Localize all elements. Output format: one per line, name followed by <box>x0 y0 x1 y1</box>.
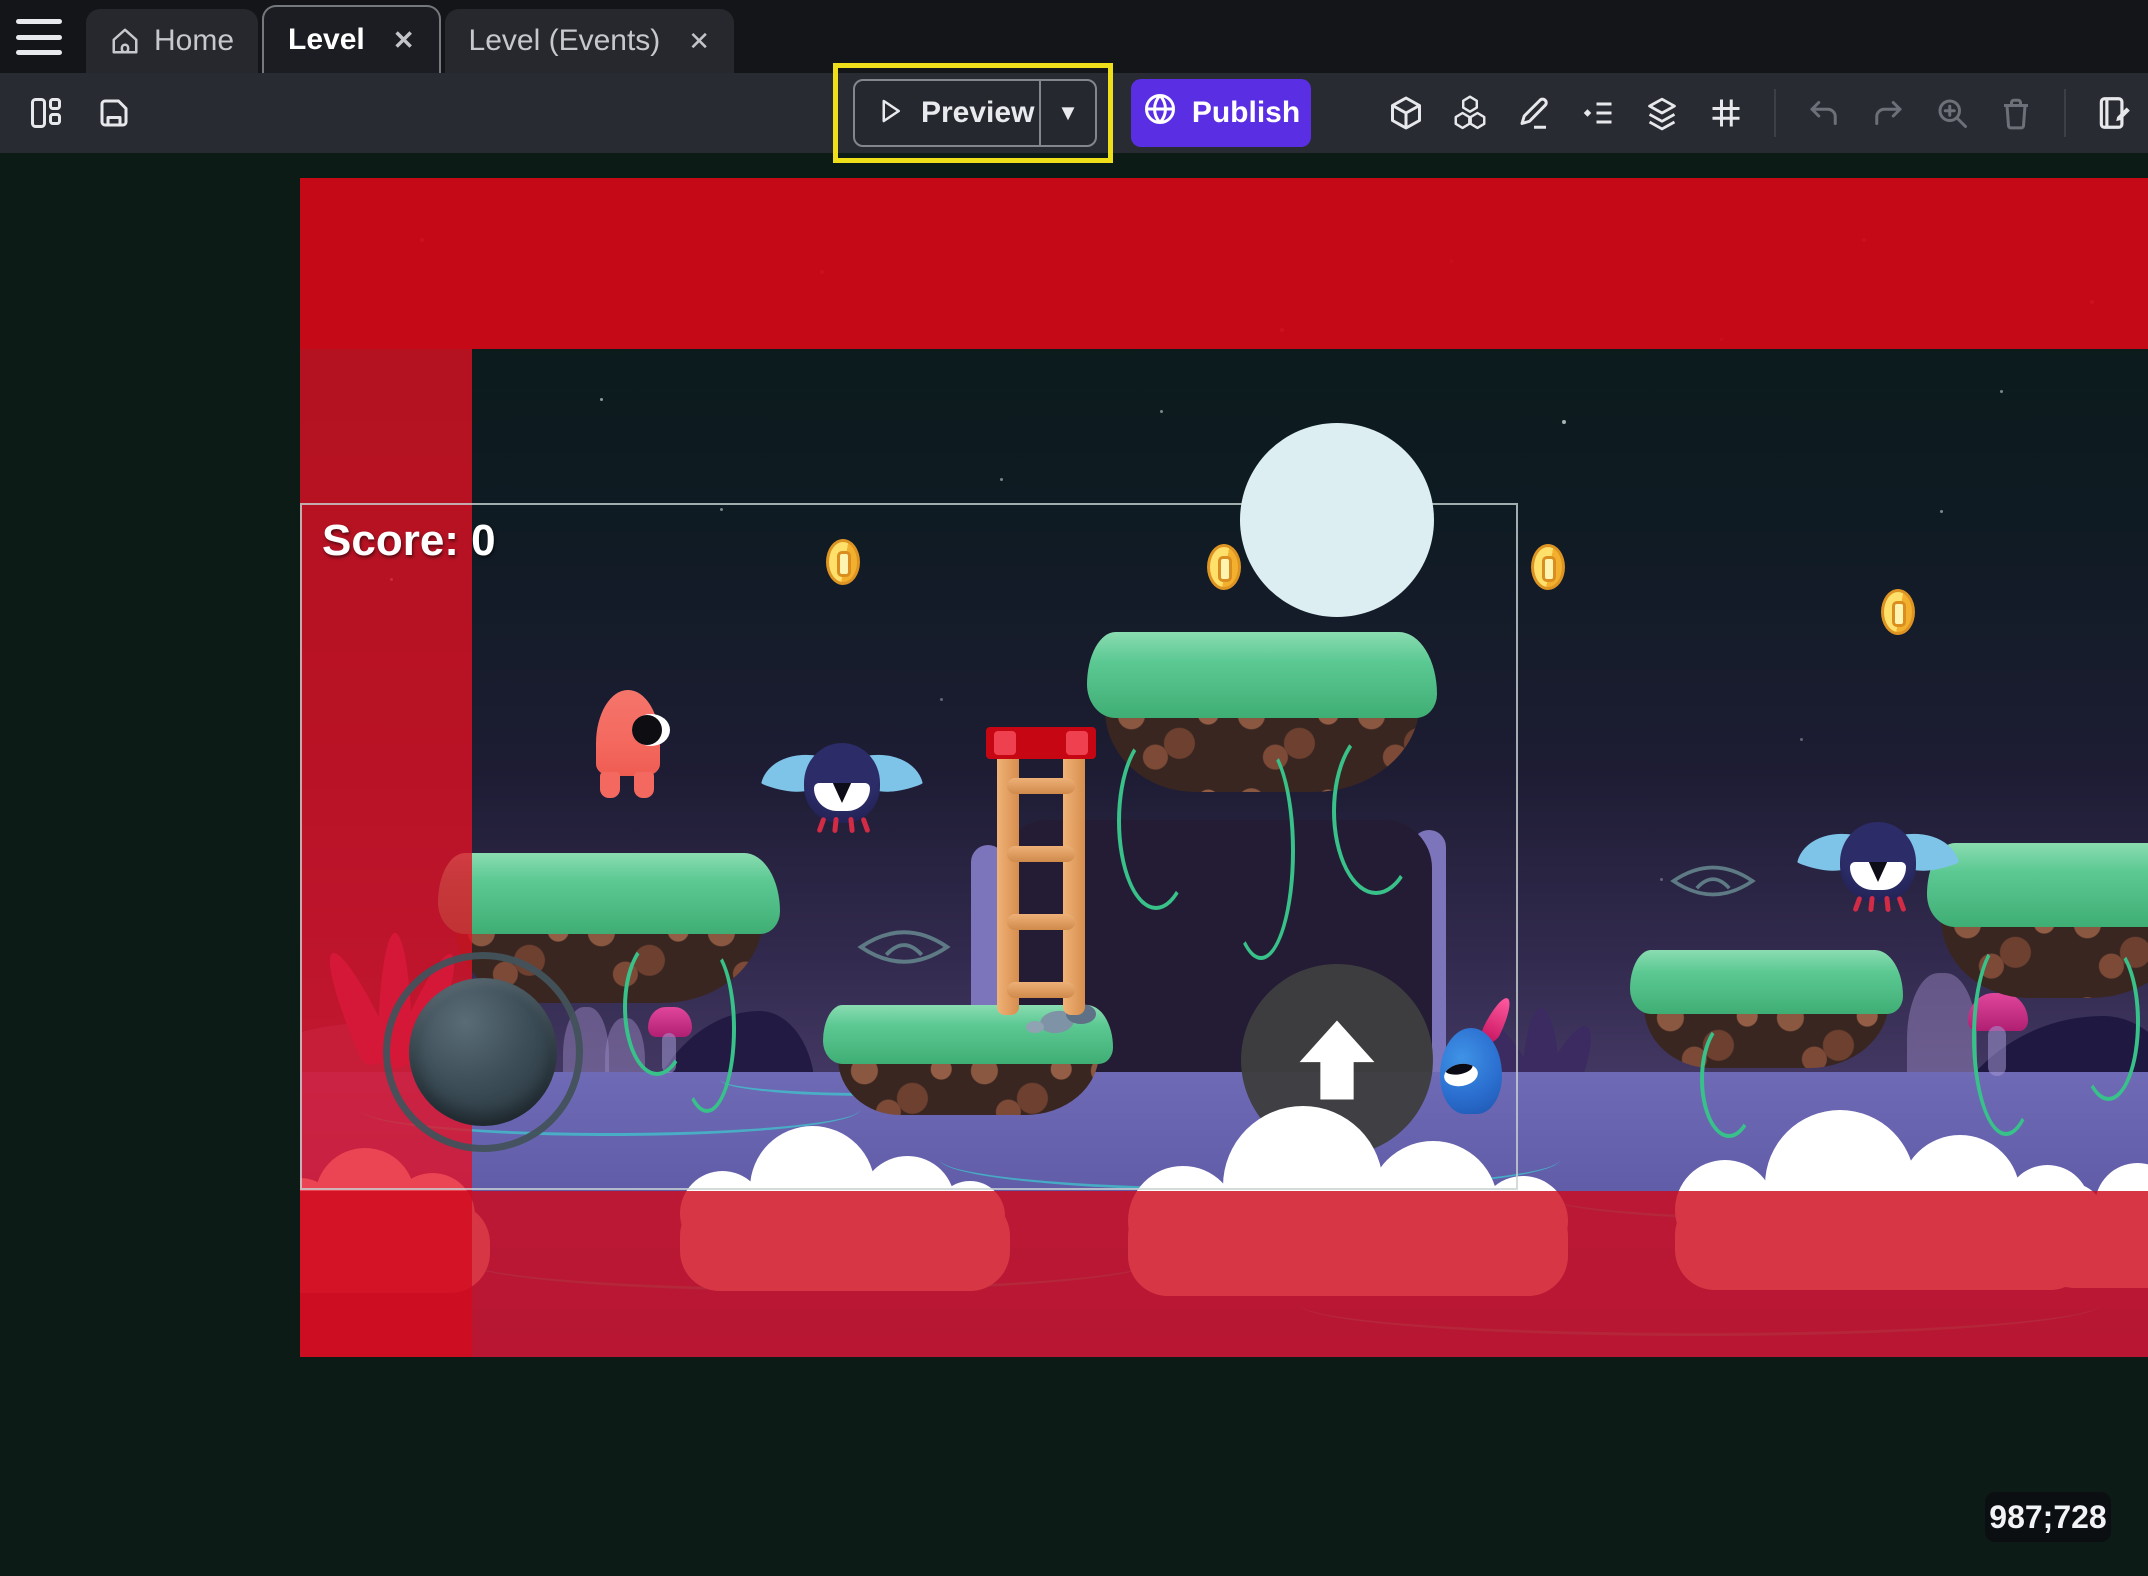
moon[interactable] <box>1240 423 1434 617</box>
coin[interactable] <box>1531 544 1565 590</box>
star <box>940 698 943 701</box>
play-icon <box>875 96 905 131</box>
globe-icon <box>1142 91 1178 135</box>
preview-label: Preview <box>921 96 1034 130</box>
toolbar-divider <box>1774 89 1776 137</box>
eye-decoration <box>1668 860 1758 902</box>
tab-level[interactable]: Level ✕ <box>262 5 441 73</box>
tab-label: Level (Events) <box>469 24 661 58</box>
zoom-in-icon[interactable] <box>1932 93 1972 133</box>
ladder-top-cap[interactable] <box>986 727 1096 759</box>
star <box>1562 420 1566 424</box>
home-icon <box>110 26 140 56</box>
level-editor-canvas[interactable]: Score: 0 <box>300 178 2148 1357</box>
cursor-coordinates-badge: 987;728 <box>1985 1492 2111 1542</box>
bat-enemy[interactable] <box>767 743 917 835</box>
score-label[interactable]: Score: 0 <box>322 516 496 566</box>
bat-enemy[interactable] <box>1803 822 1953 914</box>
tab-bar: Home Level ✕ Level (Events) ✕ <box>0 0 2148 73</box>
panels-layout-icon[interactable] <box>26 93 66 133</box>
joystick-knob[interactable] <box>409 978 557 1126</box>
tab-label: Home <box>154 24 234 58</box>
publish-button[interactable]: Publish <box>1131 79 1311 147</box>
star <box>1940 510 1943 513</box>
trash-icon[interactable] <box>1996 93 2036 133</box>
red-border-overlay-bottom <box>300 1191 2148 1357</box>
star <box>1800 738 1803 741</box>
coin[interactable] <box>826 539 860 585</box>
grid-icon[interactable] <box>1706 93 1746 133</box>
tab-home[interactable]: Home <box>86 9 258 73</box>
star <box>1660 878 1663 881</box>
properties-notes-icon[interactable] <box>2094 93 2134 133</box>
up-arrow-icon <box>1285 1008 1389 1112</box>
floating-platform-right[interactable] <box>1630 950 1903 1068</box>
rock-decoration <box>1026 1021 1044 1033</box>
objects-list-icon[interactable] <box>1578 93 1618 133</box>
star <box>720 508 723 511</box>
floating-platform-far-right[interactable] <box>1927 843 2148 998</box>
pencil-edit-icon[interactable] <box>1514 93 1554 133</box>
layers-icon[interactable] <box>1642 93 1682 133</box>
objects-cube-icon[interactable] <box>1386 93 1426 133</box>
preview-button[interactable]: Preview ▼ <box>853 79 1097 147</box>
undo-icon[interactable] <box>1804 93 1844 133</box>
star <box>2000 390 2003 393</box>
hamburger-menu-icon[interactable] <box>16 19 62 55</box>
eye-decoration <box>855 925 953 969</box>
tab-level-events[interactable]: Level (Events) ✕ <box>445 9 735 73</box>
star <box>1000 478 1003 481</box>
toolbar-divider <box>2064 89 2066 137</box>
close-icon[interactable]: ✕ <box>393 27 415 53</box>
preview-options-button[interactable]: ▼ <box>1041 100 1095 126</box>
star <box>600 398 603 401</box>
close-icon[interactable]: ✕ <box>688 28 710 54</box>
ladder[interactable] <box>997 730 1085 1015</box>
save-icon[interactable] <box>94 93 134 133</box>
publish-label: Publish <box>1192 96 1300 130</box>
redo-icon[interactable] <box>1868 93 1908 133</box>
floating-platform-top[interactable] <box>1087 632 1437 792</box>
chevron-down-icon: ▼ <box>1057 100 1079 126</box>
player-character[interactable] <box>596 690 660 800</box>
coin[interactable] <box>1207 544 1241 590</box>
virtual-joystick[interactable] <box>383 952 583 1152</box>
instances-cubes-icon[interactable] <box>1450 93 1490 133</box>
red-border-overlay-top <box>300 178 2148 349</box>
star <box>1160 410 1163 413</box>
coin[interactable] <box>1881 589 1915 635</box>
tab-label: Level <box>288 23 365 57</box>
